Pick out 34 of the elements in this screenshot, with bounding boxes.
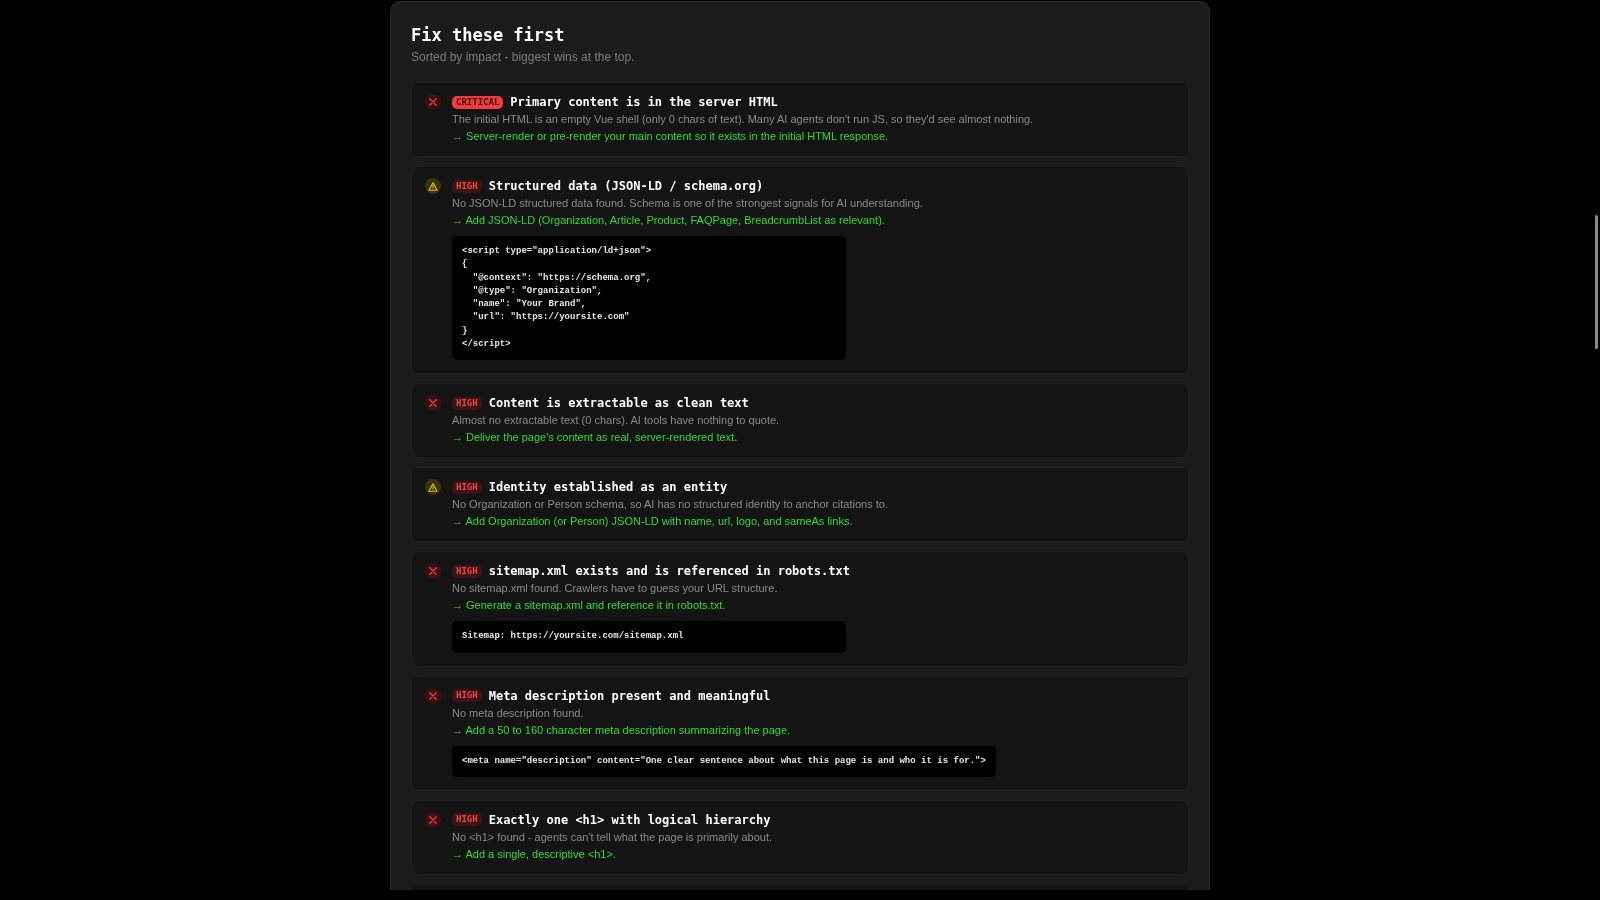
issue-description: No meta description found. (452, 705, 585, 721)
fix-suggestion: → Add Organization (or Person) JSON-LD with name, url, logo, and sameAs links. (452, 514, 854, 530)
issue-title: Exactly one <h1> with logical hierarchy (488, 811, 771, 829)
fix-suggestion: → Add JSON-LD (Organization, Article, Product, FAQPage, BreadcrumbList as relevant). (452, 213, 886, 228)
fix-suggestion: → Add a 50 to 160 character meta description summarizing the page. (452, 722, 792, 738)
section-subtitle: Sorted by impact - biggest wins at the top. (411, 49, 636, 65)
severity-badge: CRITICAL (452, 95, 504, 109)
issue-description: The initial HTML is an empty Vue shell (only 0 chars of text). Many AI agents don't run JS, so they'd see almost nothing. (452, 112, 1034, 127)
issue-description: No Organization or Person schema, so AI has no structured identity to anchor citations to. (452, 497, 888, 513)
fix-suggestion: → Deliver the page's content as real, server-rendered text. (452, 430, 739, 446)
issue-title: Identity established as an entity (488, 479, 728, 497)
severity-badge: HIGH (452, 179, 482, 193)
code-block: <meta name="description" content="One clear sentence about what this page is and who it is for."> (452, 745, 996, 777)
scrollbar-thumb[interactable] (1595, 215, 1598, 349)
fix-suggestion: → Generate a sitemap.xml and reference it in robots.txt. (452, 598, 727, 614)
severity-badge: HIGH (452, 396, 482, 410)
section-title: Fix these first (411, 24, 566, 47)
fix-suggestion: → Server-render or pre-render your main content so it exists in the initial HTML response. (452, 129, 890, 144)
issue-title: Content is extractable as clean text (488, 395, 749, 413)
code-block: <script type="application/ld+json"> { "@context": "https://schema.org", "@type": "Organization", "name": "Your Brand", "url": "https://yoursite.com" } </script> (452, 236, 846, 361)
fix-suggestion: → Add a single, descriptive <h1>. (452, 846, 617, 862)
issue-title: Primary content is in the server HTML (510, 94, 778, 111)
issue-description: No <h1> found - agents can't tell what the page is primarily about. (452, 829, 773, 845)
severity-badge: HIGH (452, 813, 482, 827)
issue-title: sitemap.xml exists and is referenced in robots.txt (488, 563, 850, 581)
issue-description: No JSON-LD structured data found. Schema is one of the strongest signals for AI understanding. (452, 196, 923, 211)
severity-badge: HIGH (452, 564, 482, 578)
severity-badge: HIGH (452, 480, 482, 494)
severity-badge: HIGH (452, 689, 482, 703)
code-block: Sitemap: https://yoursite.com/sitemap.xml (452, 621, 846, 653)
issue-description: Almost no extractable text (0 chars). AI tools have nothing to quote. (452, 413, 780, 429)
issue-title: Structured data (JSON-LD / schema.org) (488, 178, 764, 195)
issue-description: No sitemap.xml found. Crawlers have to guess your URL structure. (452, 581, 779, 597)
issue-title: Meta description present and meaningful (488, 687, 771, 705)
